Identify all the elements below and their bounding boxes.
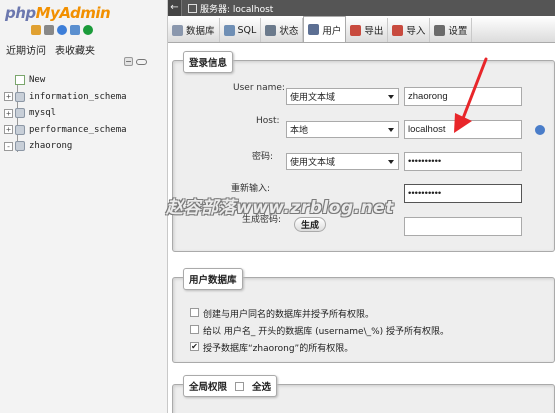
documentation-icon[interactable]: [70, 25, 80, 35]
status-icon: [265, 24, 277, 36]
reload-icon[interactable]: [83, 25, 93, 35]
generated-password-field[interactable]: [404, 217, 522, 236]
wildcard-db-checkbox[interactable]: [190, 325, 199, 334]
tab-databases[interactable]: 数据库: [168, 18, 220, 42]
watermark-text: 赵容部落www.zrblog.net: [166, 198, 394, 218]
tree-item-zhaorong[interactable]: - zhaorong: [4, 138, 127, 155]
chevron-down-icon: [388, 94, 394, 99]
database-icon: [15, 91, 25, 102]
global-privileges-fieldset: 全局权限 全选: [172, 375, 555, 413]
grant-db-label[interactable]: 授予数据库“zhaorong”的所有权限。: [203, 341, 353, 354]
phpmyadmin-logo[interactable]: phpMyAdmin: [5, 4, 111, 22]
tree-item-label: mysql: [29, 108, 57, 119]
expand-icon[interactable]: +: [4, 92, 13, 102]
server-icon: [188, 3, 197, 13]
tab-settings[interactable]: 设置: [430, 18, 473, 42]
navigation-panel: phpMyAdmin 近期访问 表收藏夹 − New + information…: [0, 0, 168, 413]
new-db-icon: [15, 75, 25, 86]
password-label: 密码:: [252, 152, 274, 162]
expand-icon[interactable]: +: [4, 125, 13, 135]
help-icon[interactable]: [535, 125, 545, 135]
grant-db-checkbox[interactable]: ✔: [190, 342, 199, 351]
help-icon[interactable]: [57, 25, 67, 35]
annotation-arrow: [454, 57, 488, 133]
password-input[interactable]: ••••••••••: [404, 152, 522, 171]
home-icon[interactable]: [31, 25, 41, 35]
tab-import[interactable]: 导入: [388, 18, 431, 42]
expander: [4, 76, 13, 85]
nav-tabs: 近期访问 表收藏夹: [6, 42, 95, 57]
sql-icon: [223, 24, 235, 36]
user-database-legend: 用户数据库: [183, 268, 243, 290]
select-all-checkbox[interactable]: [235, 381, 245, 391]
database-icon: [15, 124, 25, 135]
link-with-main-icon[interactable]: [136, 59, 147, 65]
tree-controls: −: [124, 57, 147, 66]
login-info-legend: 登录信息: [183, 51, 234, 73]
collapse-nav-button[interactable]: ←: [168, 0, 182, 16]
tree-item-performance-schema[interactable]: + performance_schema: [4, 122, 127, 139]
tab-sql[interactable]: SQL: [220, 18, 262, 42]
expand-icon[interactable]: +: [4, 108, 13, 118]
tab-status[interactable]: 状态: [261, 18, 304, 42]
user-database-fieldset: 用户数据库 创建与用户同名的数据库并授予所有权限。 给以 用户名_ 开头的数据库…: [172, 268, 555, 363]
server-tabs: 数据库 SQL 状态 用户 导出 导入 设置: [168, 16, 555, 43]
host-type-select[interactable]: 本地: [286, 121, 399, 138]
tree-item-label: New: [29, 75, 46, 86]
wildcard-db-label[interactable]: 给以 用户名_ 开头的数据库 (username\_%) 授予所有权限。: [203, 324, 449, 337]
tree-item-label: information_schema: [29, 91, 127, 102]
tree-item-information-schema[interactable]: + information_schema: [4, 89, 127, 106]
tab-favorites[interactable]: 表收藏夹: [55, 42, 95, 57]
database-tree: New + information_schema + mysql + perfo…: [4, 72, 127, 155]
database-icon: [172, 24, 183, 36]
username-label: User name:: [233, 83, 285, 93]
global-privileges-legend: 全局权限 全选: [183, 375, 278, 397]
tree-item-mysql[interactable]: + mysql: [4, 105, 127, 122]
export-icon: [350, 24, 362, 36]
logout-icon[interactable]: [44, 25, 54, 35]
collapse-icon[interactable]: -: [4, 141, 13, 151]
tree-item-new[interactable]: New: [4, 72, 127, 89]
username-type-select[interactable]: 使用文本域: [286, 88, 399, 105]
database-icon: [15, 108, 25, 119]
tree-item-label: performance_schema: [29, 124, 127, 135]
tab-users[interactable]: 用户: [303, 16, 347, 42]
tab-export[interactable]: 导出: [346, 18, 389, 42]
create-db-label[interactable]: 创建与用户同名的数据库并授予所有权限。: [203, 307, 374, 320]
collapse-all-button[interactable]: −: [124, 57, 133, 66]
retype-password-input[interactable]: ••••••••••: [404, 184, 522, 203]
generate-password-button[interactable]: 生成: [294, 217, 327, 232]
host-label: Host:: [256, 116, 280, 126]
users-icon: [308, 24, 320, 35]
database-icon: [15, 141, 25, 152]
wrench-icon: [434, 24, 446, 36]
tree-item-label: zhaorong: [29, 141, 73, 152]
select-all-label[interactable]: 全选: [252, 379, 271, 393]
chevron-down-icon: [388, 127, 394, 132]
chevron-down-icon: [388, 159, 394, 164]
create-db-checkbox[interactable]: [190, 308, 199, 317]
breadcrumb-bar: ← 服务器: localhost: [168, 0, 555, 16]
tab-recent[interactable]: 近期访问: [6, 42, 46, 57]
password-type-select[interactable]: 使用文本域: [286, 153, 399, 170]
breadcrumb-server[interactable]: 服务器: localhost: [200, 2, 273, 15]
import-icon: [392, 24, 404, 36]
quick-links: [31, 25, 93, 35]
